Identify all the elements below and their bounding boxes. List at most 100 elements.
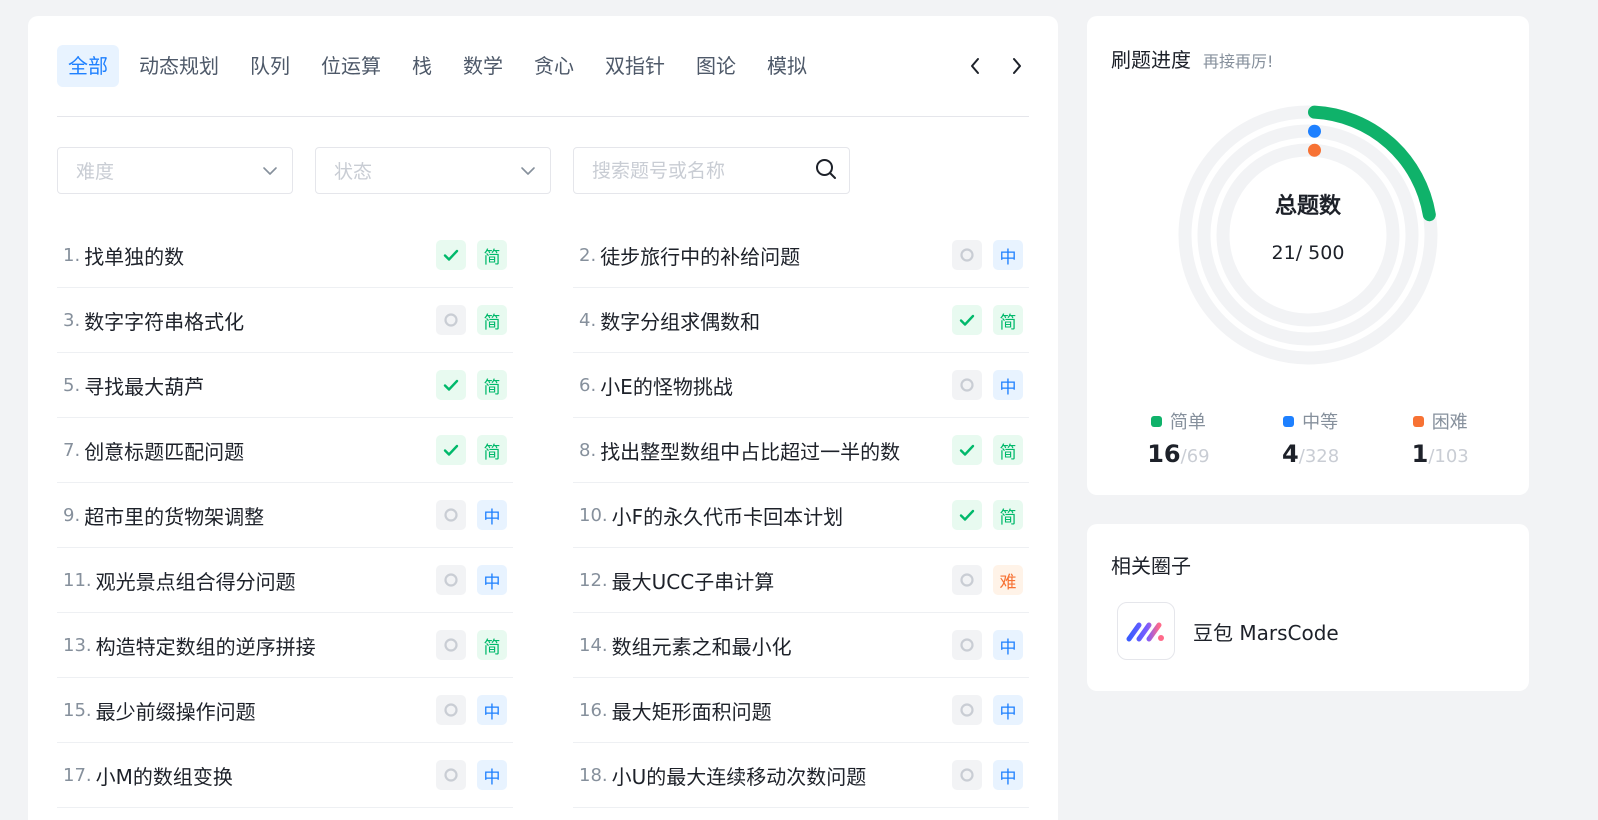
progress-ring: 总题数 21/ 500 [1175,102,1441,368]
problem-row[interactable]: 2. 徒步旅行中的补给问题 中 [573,223,1029,288]
difficulty-badge: 简 [993,500,1023,530]
problem-number: 3. [63,309,81,331]
progress-subtitle: 再接再厉! [1203,52,1274,71]
problem-row[interactable]: 16. 最大矩形面积问题 中 [573,678,1029,743]
tabs-divider [57,116,1029,117]
problem-title: 数字分组求偶数和 [600,309,761,334]
problem-number: 16. [579,699,608,721]
difficulty-badge: 中 [993,760,1023,790]
chevron-left-icon[interactable] [963,54,987,78]
legend-medium: 中等 4/328 [1282,408,1339,468]
problem-row[interactable]: 8. 找出整型数组中占比超过一半的数 简 [573,418,1029,483]
chevron-right-icon[interactable] [1005,54,1029,78]
legend-hard-label: 困难 [1431,412,1468,433]
problem-title: 最大矩形面积问题 [611,699,772,724]
problem-row[interactable]: 9. 超市里的货物架调整 中 [57,483,513,548]
problem-title: 构造特定数组的逆序拼接 [95,634,316,659]
tab-all[interactable]: 全部 [57,45,119,87]
unsolved-circle-icon [952,240,982,270]
difficulty-badge: 中 [477,695,507,725]
problem-row[interactable]: 17. 小M的数组变换 中 [57,743,513,808]
problem-title: 最少前缀操作问题 [95,699,256,724]
problem-title: 超市里的货物架调整 [84,504,265,529]
difficulty-badge: 中 [993,695,1023,725]
problem-number: 15. [63,699,92,721]
problem-row[interactable]: 15. 最少前缀操作问题 中 [57,678,513,743]
problem-row[interactable]: 10. 小F的永久代币卡回本计划 简 [573,483,1029,548]
problem-row[interactable]: 4. 数字分组求偶数和 简 [573,288,1029,353]
legend-medium-label: 中等 [1302,412,1339,433]
status-select[interactable]: 状态 [315,147,551,194]
unsolved-circle-icon [436,630,466,660]
status-placeholder: 状态 [334,161,373,183]
difficulty-badge: 简 [477,630,507,660]
search-icon[interactable] [815,158,837,184]
difficulty-select[interactable]: 难度 [57,147,293,194]
search-input[interactable] [592,159,802,182]
tab-bit-manipulation[interactable]: 位运算 [310,45,392,87]
progress-card: 刷题进度 再接再厉! 总题数 21/ 500 简单 16/69 中等 4/328… [1087,16,1529,495]
legend-hard: 困难 1/103 [1412,408,1469,468]
hard-dot-icon [1412,415,1424,427]
unsolved-circle-icon [436,760,466,790]
unsolved-circle-icon [952,630,982,660]
unsolved-circle-icon [952,565,982,595]
unsolved-circle-icon [436,565,466,595]
unsolved-circle-icon [952,760,982,790]
tab-dynamic-programming[interactable]: 动态规划 [128,45,230,87]
problem-row[interactable]: 5. 寻找最大葫芦 简 [57,353,513,418]
tab-queue[interactable]: 队列 [239,45,301,87]
problem-number: 9. [63,504,81,526]
medium-solved: 4 [1282,440,1299,468]
problem-title: 找单独的数 [84,244,185,269]
circle-name: 豆包 MarsCode [1193,620,1339,645]
tab-stack[interactable]: 栈 [401,45,443,87]
chevron-down-icon [262,161,278,180]
problem-number: 6. [579,374,597,396]
problem-row[interactable]: 3. 数字字符串格式化 简 [57,288,513,353]
problem-number: 14. [579,634,608,656]
progress-title: 刷题进度 [1111,48,1191,72]
problem-number: 10. [579,504,608,526]
difficulty-badge: 中 [477,760,507,790]
check-icon [436,240,466,270]
problem-number: 12. [579,569,608,591]
difficulty-badge: 简 [477,240,507,270]
problem-title: 小U的最大连续移动次数问题 [611,764,867,789]
total-count: 21/ 500 [1271,242,1345,264]
problem-row[interactable]: 13. 构造特定数组的逆序拼接 简 [57,613,513,678]
unsolved-circle-icon [952,370,982,400]
problem-number: 18. [579,764,608,786]
unsolved-circle-icon [436,695,466,725]
legend-easy: 简单 16/69 [1147,408,1209,468]
problem-row[interactable]: 7. 创意标题匹配问题 简 [57,418,513,483]
problem-number: 8. [579,439,597,461]
problem-row[interactable]: 14. 数组元素之和最小化 中 [573,613,1029,678]
problem-row[interactable]: 12. 最大UCC子串计算 难 [573,548,1029,613]
tab-two-pointers[interactable]: 双指针 [594,45,676,87]
difficulty-legend: 简单 16/69 中等 4/328 困难 1/103 [1111,408,1505,468]
tab-greedy[interactable]: 贪心 [523,45,585,87]
circles-title: 相关圈子 [1111,554,1191,578]
difficulty-badge: 中 [993,240,1023,270]
problem-row[interactable]: 6. 小E的怪物挑战 中 [573,353,1029,418]
problem-number: 7. [63,439,81,461]
tab-graph[interactable]: 图论 [685,45,747,87]
unsolved-circle-icon [436,305,466,335]
easy-dot-icon [1150,415,1162,427]
tab-simulation[interactable]: 模拟 [756,45,818,87]
problem-row[interactable]: 1. 找单独的数 简 [57,223,513,288]
tab-math[interactable]: 数学 [452,45,514,87]
difficulty-badge: 简 [993,305,1023,335]
check-icon [952,500,982,530]
check-icon [436,435,466,465]
circle-item-marscode[interactable]: 豆包 MarsCode [1117,602,1339,660]
related-circles-card: 相关圈子 豆包 MarsCode [1087,524,1529,691]
category-tabs: 全部 动态规划 队列 位运算 栈 数学 贪心 双指针 图论 模拟 [57,45,1029,87]
problem-row[interactable]: 18. 小U的最大连续移动次数问题 中 [573,743,1029,808]
legend-easy-label: 简单 [1169,412,1206,433]
difficulty-badge: 中 [477,565,507,595]
difficulty-badge: 简 [477,435,507,465]
difficulty-badge: 中 [993,370,1023,400]
problem-row[interactable]: 11. 观光景点组合得分问题 中 [57,548,513,613]
